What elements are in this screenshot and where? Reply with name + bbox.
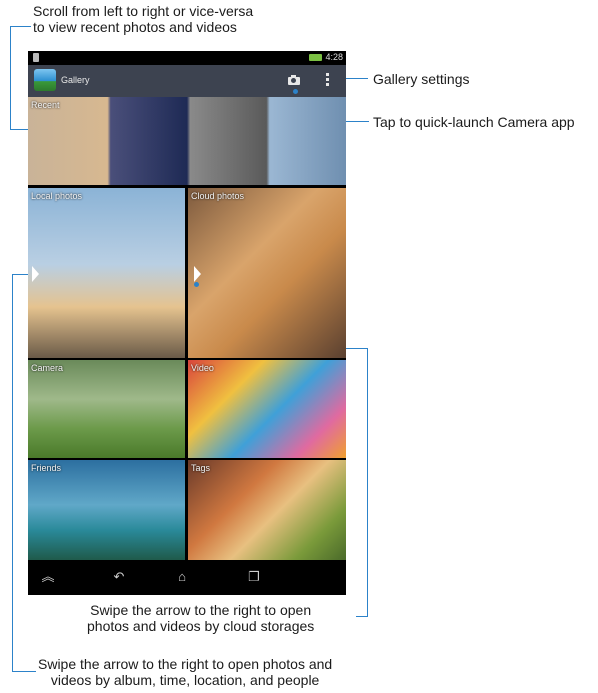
callout-cloud-line2: photos and videos by cloud storages <box>87 618 315 634</box>
local-photos-tile[interactable]: Local photos <box>28 188 185 358</box>
overflow-menu-icon[interactable] <box>324 72 330 88</box>
app-title: Gallery <box>61 75 90 85</box>
tile-label-camera: Camera <box>31 363 64 373</box>
status-time: 4:28 <box>325 52 343 62</box>
leader-dot-camera <box>293 89 298 94</box>
camera-icon[interactable] <box>287 73 301 87</box>
tags-album-tile[interactable]: Tags <box>188 460 346 560</box>
tile-label-recent: Recent <box>31 100 60 110</box>
hide-bar-icon[interactable]: ︽ <box>40 570 56 584</box>
notification-icon <box>33 53 39 62</box>
leader-scroll-top <box>10 26 31 27</box>
recent-album-tile[interactable]: Recent <box>28 97 346 185</box>
callout-scroll: Scroll from left to right or vice-versa … <box>33 3 253 35</box>
navigation-bar: ︽ ↶ ⌂ ❐ <box>28 560 346 595</box>
local-swipe-arrow-icon[interactable] <box>32 266 39 282</box>
callout-gallery-settings: Gallery settings <box>373 71 470 87</box>
tile-label-cloud: Cloud photos <box>191 191 245 201</box>
status-bar: 4:28 <box>28 51 346 65</box>
tablet-screen: 4:28 Gallery Recent Local photos Cloud p… <box>28 51 346 595</box>
cloud-swipe-arrow-icon[interactable] <box>194 266 201 282</box>
callout-scroll-line2: to view recent photos and videos <box>33 19 237 35</box>
leader-cloud-end <box>356 616 368 617</box>
callout-cloud-line1: Swipe the arrow to the right to open <box>90 602 312 618</box>
camera-album-tile[interactable]: Camera <box>28 360 185 458</box>
recent-apps-icon[interactable]: ❐ <box>246 570 262 584</box>
callout-cloud: Swipe the arrow to the right to open pho… <box>87 602 314 634</box>
leader-cloud-down <box>367 348 368 616</box>
cloud-photos-tile[interactable]: Cloud photos <box>188 188 346 358</box>
home-icon[interactable]: ⌂ <box>174 570 190 584</box>
friends-album-tile[interactable]: Friends <box>28 460 185 560</box>
tile-label-video: Video <box>191 363 214 373</box>
callout-local-line1: Swipe the arrow to the right to open pho… <box>38 656 333 672</box>
gallery-app-icon[interactable] <box>34 69 56 91</box>
leader-scroll-vertical <box>10 26 11 129</box>
back-icon[interactable]: ↶ <box>111 570 127 584</box>
callout-camera: Tap to quick-launch Camera app <box>373 114 575 130</box>
battery-icon <box>309 54 322 61</box>
leader-dot-cloud <box>194 282 199 287</box>
callout-scroll-line1: Scroll from left to right or vice-versa <box>33 3 254 19</box>
tile-label-friends: Friends <box>31 463 62 473</box>
callout-local-line2: videos by album, time, location, and peo… <box>50 672 320 688</box>
leader-local-end <box>12 671 36 672</box>
gallery-app-bar: Gallery <box>28 65 346 97</box>
tile-label-tags: Tags <box>191 463 211 473</box>
callout-local: Swipe the arrow to the right to open pho… <box>38 656 332 688</box>
video-album-tile[interactable]: Video <box>188 360 346 458</box>
tile-label-local: Local photos <box>31 191 83 201</box>
leader-local-vertical <box>12 274 13 671</box>
